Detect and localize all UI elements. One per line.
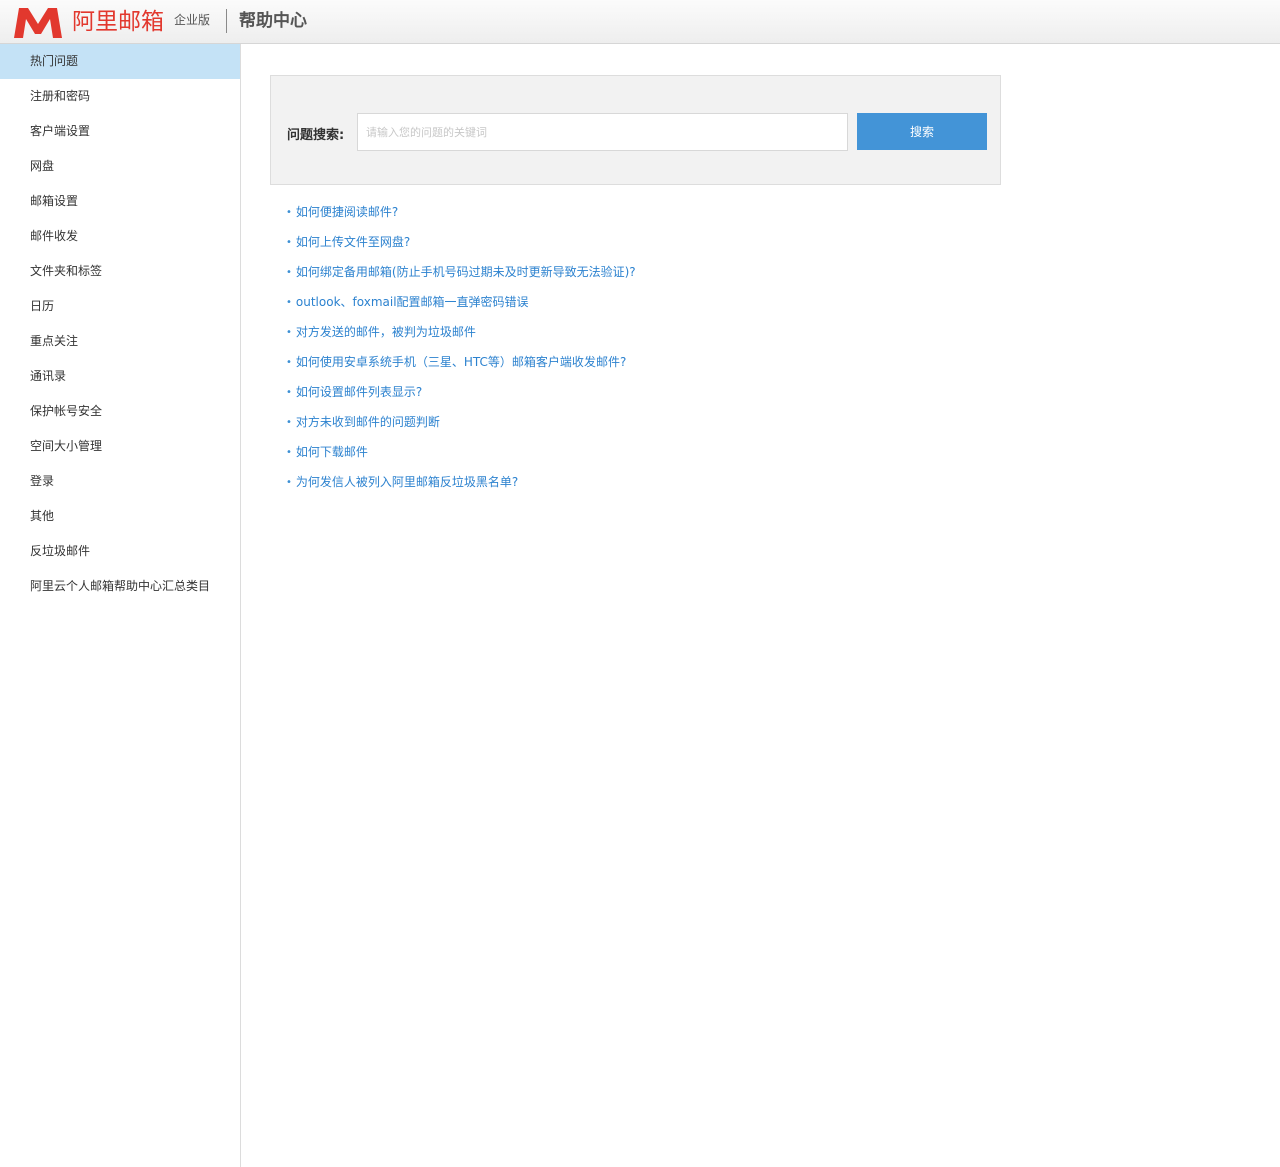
list-item: • 如何设置邮件列表显示? xyxy=(286,377,636,407)
faq-link[interactable]: 对方未收到邮件的问题判断 xyxy=(296,415,440,429)
sidebar-item-summary[interactable]: 阿里云个人邮箱帮助中心汇总类目 xyxy=(0,569,240,604)
bullet-dot: • xyxy=(286,477,292,488)
bullet-dot: • xyxy=(286,357,292,368)
edition-label: 企业版 xyxy=(174,13,211,27)
bullet-dot: • xyxy=(286,237,292,248)
sidebar-item-contacts[interactable]: 通讯录 xyxy=(0,359,240,394)
page-title: 帮助中心 xyxy=(239,11,307,31)
sidebar: 热门问题 注册和密码 客户端设置 网盘 邮箱设置 邮件收发 文件夹和标签 日历 … xyxy=(0,44,241,1167)
bullet-dot: • xyxy=(286,297,292,308)
sidebar-item-focus[interactable]: 重点关注 xyxy=(0,324,240,359)
sidebar-item-other[interactable]: 其他 xyxy=(0,499,240,534)
list-item: • 如何便捷阅读邮件? xyxy=(286,197,636,227)
faq-link[interactable]: 如何绑定备用邮箱(防止手机号码过期未及时更新导致无法验证)? xyxy=(296,265,636,279)
search-label: 问题搜索: xyxy=(287,128,345,143)
bullet-dot: • xyxy=(286,447,292,458)
sidebar-item-login[interactable]: 登录 xyxy=(0,464,240,499)
hot-questions-list: • 如何便捷阅读邮件? • 如何上传文件至网盘? • 如何绑定备用邮箱(防止手机号码过… xyxy=(286,197,636,497)
faq-link[interactable]: 如何使用安卓系统手机（三星、HTC等）邮箱客户端收发邮件? xyxy=(296,355,626,369)
logo-m-icon xyxy=(14,8,62,38)
list-item: • 如何绑定备用邮箱(防止手机号码过期未及时更新导致无法验证)? xyxy=(286,257,636,287)
search-input[interactable] xyxy=(357,113,848,151)
faq-link[interactable]: 对方发送的邮件，被判为垃圾邮件 xyxy=(296,325,476,339)
list-item: • 为何发信人被列入阿里邮箱反垃圾黑名单? xyxy=(286,467,636,497)
bullet-dot: • xyxy=(286,387,292,398)
list-item: • 如何使用安卓系统手机（三星、HTC等）邮箱客户端收发邮件? xyxy=(286,347,636,377)
sidebar-category-list: 热门问题 注册和密码 客户端设置 网盘 邮箱设置 邮件收发 文件夹和标签 日历 … xyxy=(0,44,240,604)
search-panel: 问题搜索: 搜索 xyxy=(270,75,1001,185)
list-item: • 如何下载邮件 xyxy=(286,437,636,467)
sidebar-item-client-settings[interactable]: 客户端设置 xyxy=(0,114,240,149)
sidebar-item-mailbox-settings[interactable]: 邮箱设置 xyxy=(0,184,240,219)
sidebar-item-send-receive[interactable]: 邮件收发 xyxy=(0,219,240,254)
list-item: • 对方未收到邮件的问题判断 xyxy=(286,407,636,437)
aliyun-mail-logo[interactable]: 阿里邮箱 xyxy=(12,4,164,40)
faq-link[interactable]: 为何发信人被列入阿里邮箱反垃圾黑名单? xyxy=(296,475,518,489)
sidebar-item-register-password[interactable]: 注册和密码 xyxy=(0,79,240,114)
faq-link[interactable]: 如何便捷阅读邮件? xyxy=(296,205,398,219)
logo-text: 阿里邮箱 xyxy=(72,9,164,35)
bullet-dot: • xyxy=(286,207,292,218)
sidebar-item-storage[interactable]: 空间大小管理 xyxy=(0,429,240,464)
bullet-dot: • xyxy=(286,267,292,278)
faq-link[interactable]: outlook、foxmail配置邮箱一直弹密码错误 xyxy=(296,295,529,309)
bullet-dot: • xyxy=(286,417,292,428)
sidebar-item-netdisk[interactable]: 网盘 xyxy=(0,149,240,184)
faq-link[interactable]: 如何设置邮件列表显示? xyxy=(296,385,422,399)
list-item: • 如何上传文件至网盘? xyxy=(286,227,636,257)
top-header: 阿里邮箱 企业版 帮助中心 xyxy=(0,0,1280,44)
sidebar-item-account-security[interactable]: 保护帐号安全 xyxy=(0,394,240,429)
search-button[interactable]: 搜索 xyxy=(857,113,987,150)
sidebar-item-anti-spam[interactable]: 反垃圾邮件 xyxy=(0,534,240,569)
list-item: • 对方发送的邮件，被判为垃圾邮件 xyxy=(286,317,636,347)
sidebar-item-calendar[interactable]: 日历 xyxy=(0,289,240,324)
faq-link[interactable]: 如何下载邮件 xyxy=(296,445,368,459)
sidebar-item-folders-tags[interactable]: 文件夹和标签 xyxy=(0,254,240,289)
bullet-dot: • xyxy=(286,327,292,338)
sidebar-item-hot-questions[interactable]: 热门问题 xyxy=(0,44,240,79)
list-item: • outlook、foxmail配置邮箱一直弹密码错误 xyxy=(286,287,636,317)
header-divider xyxy=(226,9,227,33)
faq-link[interactable]: 如何上传文件至网盘? xyxy=(296,235,410,249)
